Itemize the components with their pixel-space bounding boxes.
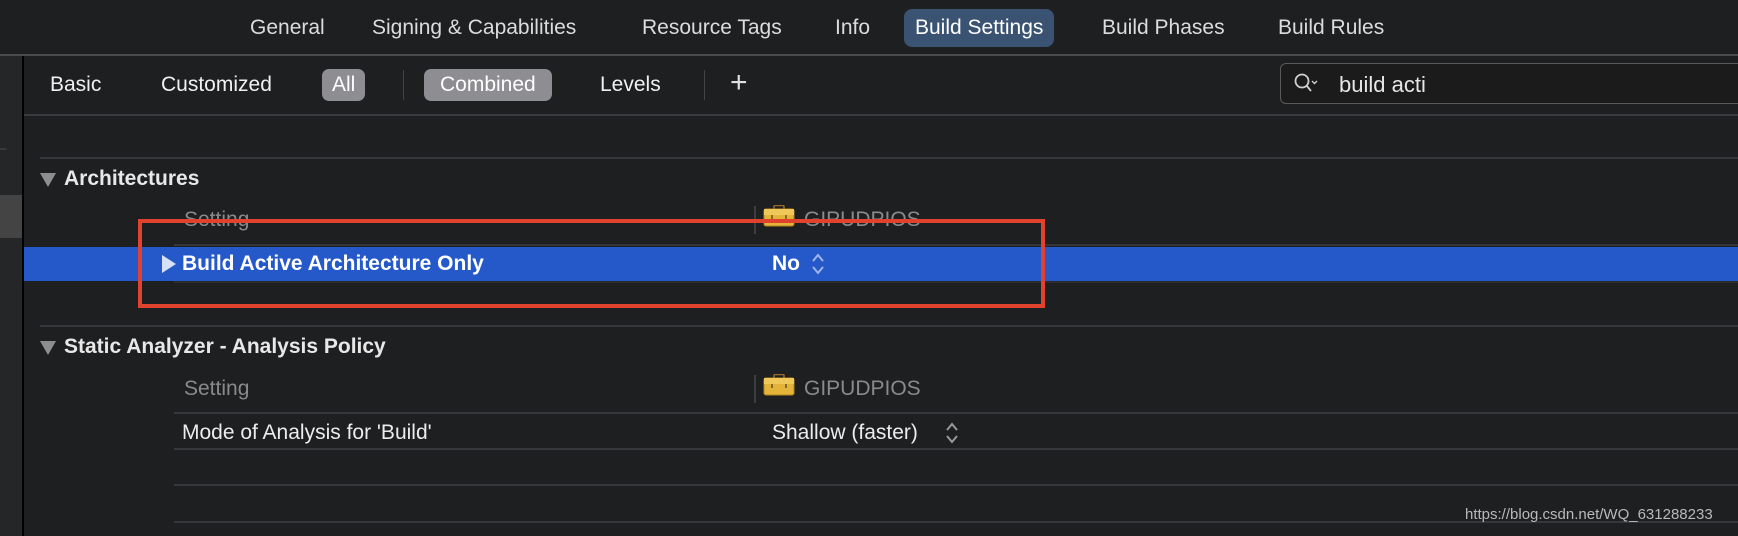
search-icon[interactable] [1293, 72, 1319, 96]
popup-stepper-icon[interactable] [811, 252, 825, 276]
watermark-text: https://blog.csdn.net/WQ_631288233 [1465, 506, 1713, 523]
row-divider [174, 448, 1738, 450]
disclosure-triangle-open-icon[interactable] [40, 173, 56, 187]
tab-resource-tags[interactable]: Resource Tags [631, 9, 793, 47]
row-divider [174, 244, 1738, 246]
toolbox-icon [763, 374, 795, 396]
tab-build-settings[interactable]: Build Settings [904, 9, 1055, 47]
navigator-scroll-thumb[interactable] [0, 195, 22, 238]
filter-bar-divider [24, 114, 1738, 116]
navigator-edge [0, 56, 22, 536]
row-divider [174, 484, 1738, 486]
setting-name[interactable]: Build Active Architecture Only [182, 252, 484, 276]
tab-general[interactable]: General [239, 9, 336, 47]
filter-basic-button[interactable]: Basic [40, 69, 111, 101]
split-view-divider[interactable] [22, 56, 24, 536]
filter-separator [704, 70, 705, 100]
tab-info[interactable]: Info [824, 9, 881, 47]
toolbox-icon [763, 205, 795, 227]
navigator-divider [0, 148, 6, 150]
filter-customized-button[interactable]: Customized [151, 69, 282, 101]
section-title-architectures[interactable]: Architectures [64, 167, 199, 191]
editor-tab-bar: General Signing & Capabilities Resource … [0, 0, 1738, 56]
column-header-target: GIPUDPIOS [804, 377, 921, 400]
filter-separator [403, 70, 404, 100]
tab-build-phases[interactable]: Build Phases [1091, 9, 1236, 47]
setting-name[interactable]: Mode of Analysis for 'Build' [182, 421, 432, 445]
column-header-setting: Setting [184, 208, 250, 231]
disclosure-triangle-open-icon[interactable] [40, 341, 56, 355]
column-header-target: GIPUDPIOS [804, 208, 921, 231]
view-levels-button[interactable]: Levels [590, 69, 671, 101]
column-separator[interactable] [754, 206, 756, 234]
column-header-setting: Setting [184, 377, 250, 400]
tab-build-rules[interactable]: Build Rules [1267, 9, 1395, 47]
view-combined-button[interactable]: Combined [424, 69, 552, 101]
popup-stepper-icon[interactable] [945, 421, 959, 445]
add-setting-button[interactable]: + [730, 66, 748, 100]
row-divider [174, 281, 1738, 283]
search-field[interactable] [1280, 63, 1738, 104]
filter-all-button[interactable]: All [322, 69, 366, 101]
tab-signing-capabilities[interactable]: Signing & Capabilities [361, 9, 587, 47]
search-input[interactable] [1337, 68, 1738, 101]
section-divider [40, 325, 1738, 327]
column-separator[interactable] [754, 375, 756, 403]
section-title-static-analyzer[interactable]: Static Analyzer - Analysis Policy [64, 335, 386, 359]
row-expand-triangle-icon[interactable] [162, 255, 176, 273]
section-divider [40, 157, 1738, 159]
setting-value-popup[interactable]: No [772, 252, 800, 276]
row-divider [174, 412, 1738, 414]
setting-value-popup[interactable]: Shallow (faster) [772, 421, 918, 445]
